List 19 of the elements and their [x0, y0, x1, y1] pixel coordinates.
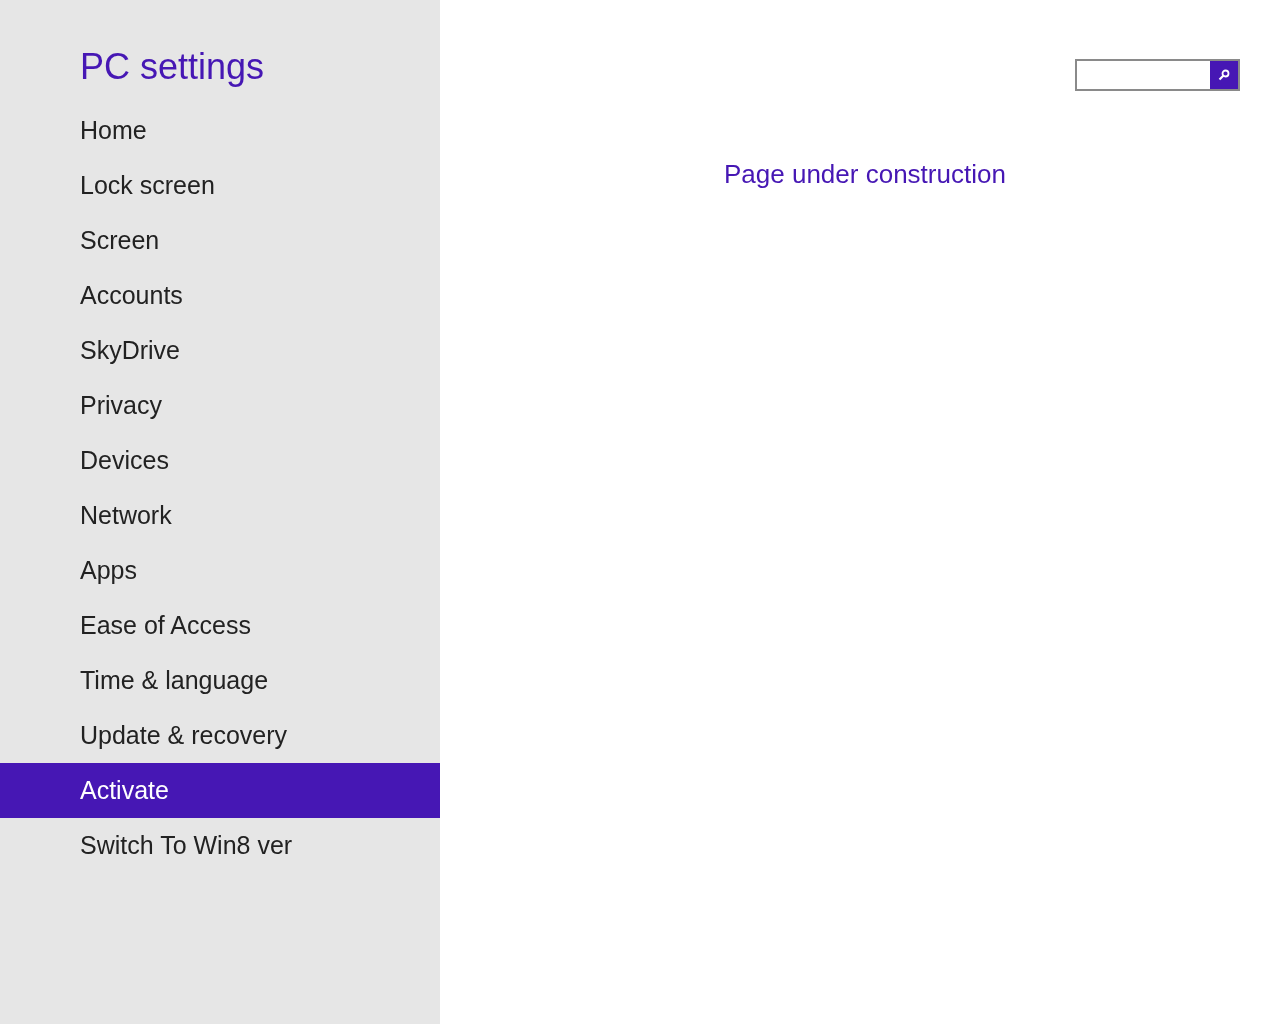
sidebar-item[interactable]: Accounts	[0, 268, 440, 323]
sidebar-item[interactable]: Lock screen	[0, 158, 440, 213]
sidebar-item[interactable]: Update & recovery	[0, 708, 440, 763]
sidebar-item[interactable]: Privacy	[0, 378, 440, 433]
sidebar-item[interactable]: Time & language	[0, 653, 440, 708]
search-button[interactable]	[1210, 61, 1238, 89]
sidebar-item[interactable]: Screen	[0, 213, 440, 268]
sidebar-item[interactable]: Switch To Win8 ver	[0, 818, 440, 873]
page-title: PC settings	[79, 45, 266, 89]
sidebar-item[interactable]: SkyDrive	[0, 323, 440, 378]
sidebar-item[interactable]: Devices	[0, 433, 440, 488]
sidebar-item[interactable]: Ease of Access	[0, 598, 440, 653]
sidebar-item[interactable]: Home	[0, 103, 440, 158]
status-message: Page under construction	[724, 158, 1006, 191]
sidebar-item[interactable]: Apps	[0, 543, 440, 598]
search-field[interactable]	[1075, 59, 1240, 91]
search-icon	[1218, 69, 1230, 81]
sidebar-item[interactable]: Network	[0, 488, 440, 543]
sidebar-item[interactable]: Activate	[0, 763, 440, 818]
